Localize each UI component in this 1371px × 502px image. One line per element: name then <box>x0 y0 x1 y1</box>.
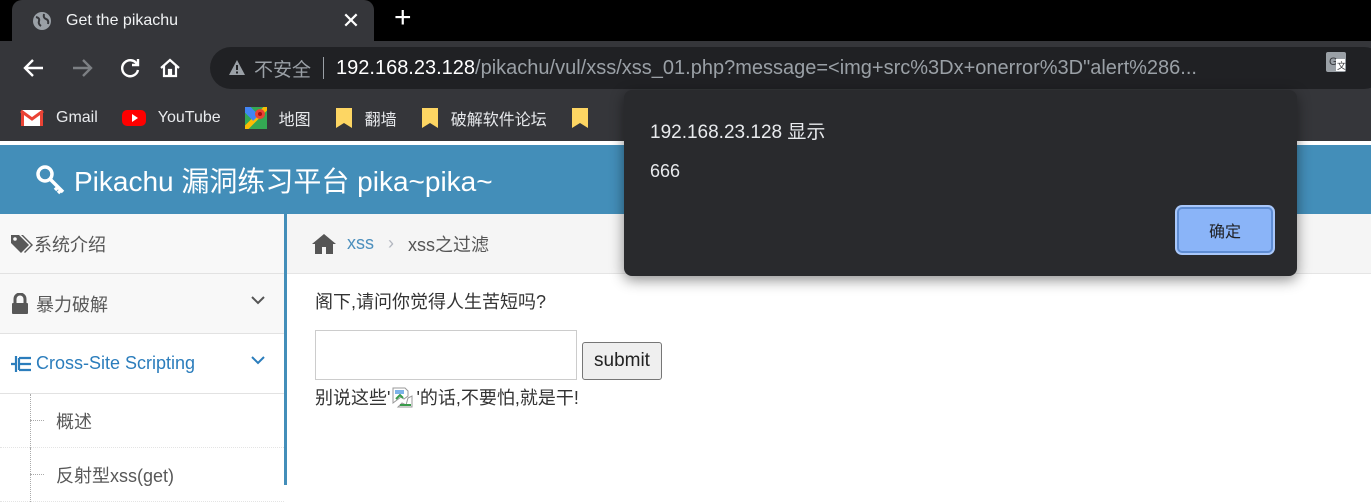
sidebar-item-label: 暴力破解 <box>36 294 108 315</box>
bookmark-gmail[interactable]: Gmail <box>20 109 98 127</box>
sidebar-subitem-label: 概述 <box>56 411 92 432</box>
back-arrow-icon <box>23 58 43 77</box>
tab-strip: Get the pikachu ✕ + <box>0 0 1371 41</box>
bookmark-folder-3[interactable] <box>571 107 601 129</box>
sidebar: 系统介绍 暴力破解 Cross-Site Scripting 概述 反射型xss… <box>0 214 287 502</box>
globe-icon <box>33 11 51 30</box>
breadcrumb-separator: › <box>388 233 394 253</box>
sidebar-item-label: Cross-Site Scripting <box>36 353 196 373</box>
address-separator <box>323 57 325 79</box>
url-host: 192.168.23.128 <box>336 56 476 79</box>
home-icon[interactable] <box>311 233 337 255</box>
site-brand[interactable]: Pikachu 漏洞练习平台 pika~pika~ <box>74 160 493 200</box>
submit-button[interactable]: submit <box>582 342 662 380</box>
bookmark-maps[interactable]: 地图 <box>244 106 311 130</box>
home-button[interactable] <box>158 56 182 80</box>
alert-title: 192.168.23.128 显示 <box>650 122 826 143</box>
message-input[interactable] <box>315 330 577 380</box>
sidebar-subitem-reflected-get[interactable]: 反射型xss(get) <box>0 448 284 502</box>
forward-arrow-icon <box>73 58 93 77</box>
chevron-down-icon <box>251 356 265 365</box>
breadcrumb-current: xss之过滤 <box>408 234 489 255</box>
tab-title: Get the pikachu <box>66 11 179 29</box>
result-text: 别说这些' '的话,不要怕,就是干! <box>315 384 1315 410</box>
back-button[interactable] <box>22 56 46 80</box>
result-prefix: 别说这些' <box>315 388 391 408</box>
reload-icon <box>121 58 140 77</box>
breadcrumb-link-xss[interactable]: xss <box>347 233 374 254</box>
warning-icon <box>229 60 245 75</box>
youtube-icon <box>121 109 146 126</box>
key-icon <box>36 164 65 194</box>
sidebar-item-label: 系统介绍 <box>34 234 106 255</box>
bookmark-youtube[interactable]: YouTube <box>121 108 221 127</box>
bookmark-icon <box>571 107 588 128</box>
gmail-icon <box>20 109 44 126</box>
new-tab-button[interactable]: + <box>394 3 412 33</box>
alert-ok-button[interactable]: 确定 <box>1177 207 1273 253</box>
reload-button[interactable] <box>118 56 142 80</box>
address-bar[interactable]: 不安全 192.168.23.128 /pikachu/vul/xss/xss_… <box>210 47 1371 89</box>
insecure-label: 不安全 <box>254 59 312 81</box>
bookmark-icon <box>335 107 352 128</box>
bookmark-label: 破解软件论坛 <box>450 111 547 129</box>
svg-text:文: 文 <box>1337 60 1346 71</box>
sidebar-subitem-label: 反射型xss(get) <box>56 465 175 486</box>
main-content: 阁下,请问你觉得人生苦短吗? submit 别说这些' '的话,不要怕,就是干! <box>315 274 1315 410</box>
bookmark-icon <box>421 107 438 128</box>
result-suffix: '的话,不要怕,就是干! <box>416 388 579 408</box>
bookmark-folder-1[interactable]: 翻墙 <box>335 106 397 130</box>
bookmark-label: 地图 <box>278 111 311 129</box>
list-tree-icon <box>11 355 31 372</box>
question-text: 阁下,请问你觉得人生苦短吗? <box>315 292 547 312</box>
sidebar-subitem-overview[interactable]: 概述 <box>0 394 284 448</box>
close-tab-icon[interactable]: ✕ <box>340 9 362 32</box>
home-icon <box>160 58 180 77</box>
maps-icon <box>244 106 267 129</box>
browser-toolbar: 不安全 192.168.23.128 /pikachu/vul/xss/xss_… <box>0 41 1371 94</box>
bookmark-label: Gmail <box>56 108 98 126</box>
broken-image-icon <box>392 385 414 409</box>
message-form: submit <box>315 330 1315 380</box>
sidebar-item-xss[interactable]: Cross-Site Scripting <box>0 334 284 394</box>
lock-icon <box>12 292 28 314</box>
browser-tab[interactable]: Get the pikachu ✕ <box>12 0 374 41</box>
forward-button[interactable] <box>70 56 94 80</box>
bookmark-label: YouTube <box>157 108 221 126</box>
bookmark-folder-2[interactable]: 破解软件论坛 <box>421 106 547 130</box>
chevron-down-icon <box>251 296 265 305</box>
sidebar-item-intro[interactable]: 系统介绍 <box>0 214 284 274</box>
url-path: /pikachu/vul/xss/xss_01.php?message=<img… <box>475 56 1197 79</box>
alert-message: 666 <box>650 161 681 181</box>
translate-icon[interactable]: G 文 <box>1325 51 1347 73</box>
bookmark-label: 翻墙 <box>364 111 397 129</box>
sidebar-item-brute-force[interactable]: 暴力破解 <box>0 274 284 334</box>
tags-icon <box>11 234 33 253</box>
